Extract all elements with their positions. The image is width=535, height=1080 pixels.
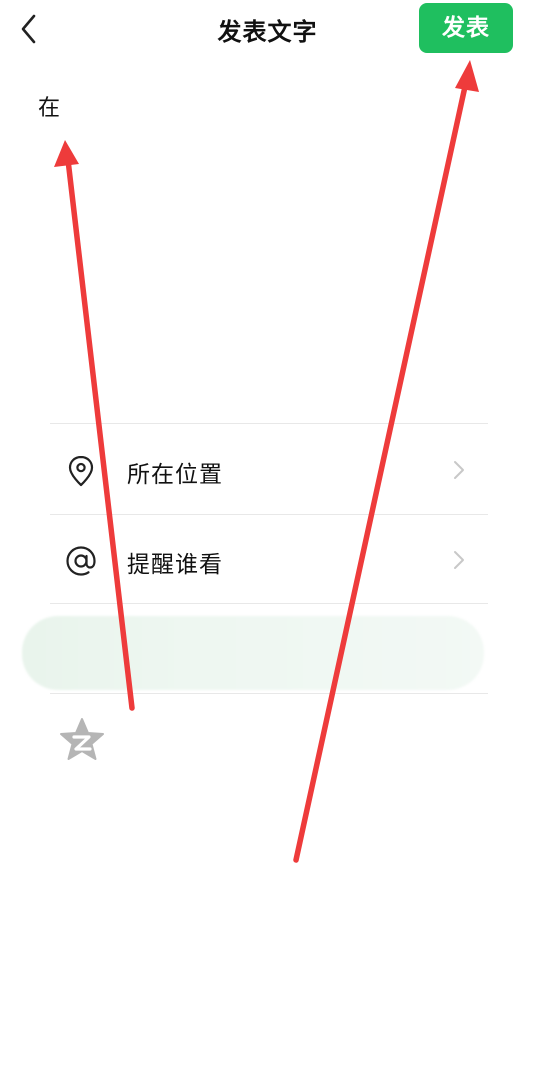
location-label: 所在位置 [127, 462, 223, 488]
divider [50, 693, 488, 694]
compose-text-input[interactable]: 在 [38, 92, 488, 392]
location-row[interactable]: 所在位置 [50, 426, 488, 514]
divider [50, 514, 488, 515]
qzone-sync-button[interactable] [58, 716, 106, 764]
publish-button[interactable]: 发表 [419, 3, 513, 53]
chevron-right-icon [454, 461, 464, 479]
top-bar: 发表文字 发表 [0, 0, 535, 60]
qzone-star-icon [60, 718, 104, 760]
redacted-row [22, 616, 484, 690]
mention-label: 提醒谁看 [127, 552, 223, 578]
divider [50, 423, 488, 424]
at-sign-icon [66, 546, 96, 576]
location-pin-icon [68, 455, 94, 487]
chevron-right-icon [454, 551, 464, 569]
mention-row[interactable]: 提醒谁看 [50, 516, 488, 604]
divider [50, 603, 488, 604]
